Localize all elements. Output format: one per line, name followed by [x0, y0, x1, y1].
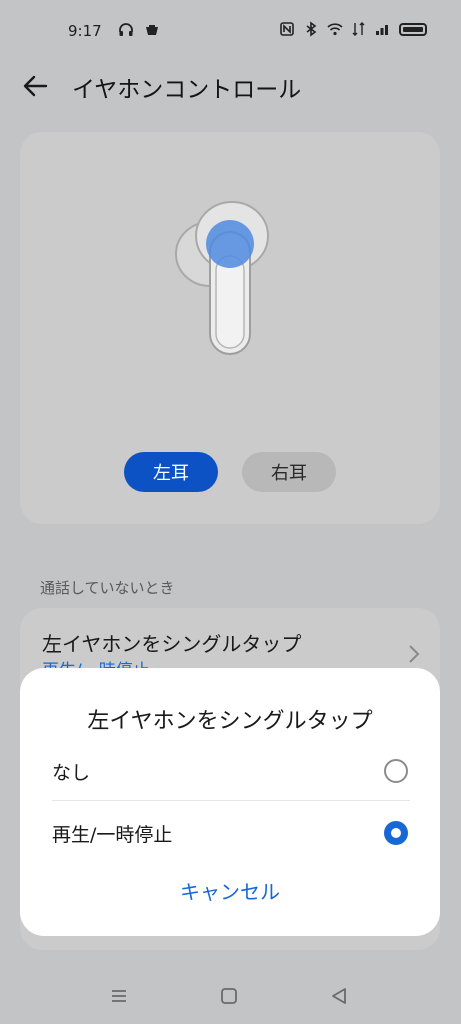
- option-play-pause[interactable]: 再生/一時停止: [52, 802, 410, 862]
- signal-icon: [376, 25, 388, 35]
- status-left-icons: [118, 22, 160, 38]
- app-bar: イヤホンコントロール: [0, 62, 461, 108]
- notification-icon: [146, 25, 158, 35]
- data-icon: [352, 22, 365, 36]
- dialog-title: 左イヤホンをシングルタップ: [87, 709, 373, 734]
- wifi-icon: [327, 23, 343, 36]
- earbud-preview-card: 左耳 右耳: [20, 132, 440, 524]
- cancel-button[interactable]: キャンセル: [20, 876, 440, 905]
- status-time: 9:17: [68, 22, 102, 40]
- status-right-icons: [279, 21, 427, 37]
- page-title: イヤホンコントロール: [72, 77, 302, 103]
- radio-button-selected[interactable]: [384, 821, 408, 845]
- single-tap-dialog: 左イヤホンをシングルタップ なし 再生/一時停止 キャンセル: [20, 668, 440, 936]
- option-none[interactable]: なし: [52, 740, 410, 800]
- setting-row-title: 左イヤホンをシングルタップ: [42, 632, 302, 656]
- navigation-bar: [0, 972, 461, 1024]
- status-bar: 9:17: [0, 0, 461, 62]
- radio-button-unselected[interactable]: [384, 759, 408, 783]
- home-icon[interactable]: [217, 984, 241, 1008]
- headphones-icon: [119, 23, 133, 36]
- left-ear-button[interactable]: 左耳: [124, 452, 218, 492]
- menu-icon[interactable]: [107, 984, 131, 1008]
- back-arrow-icon[interactable]: [18, 68, 54, 104]
- option-label: 再生/一時停止: [52, 824, 173, 846]
- back-icon[interactable]: [327, 984, 351, 1008]
- battery-icon: [399, 22, 427, 36]
- chevron-right-icon: [409, 645, 420, 663]
- bluetooth-icon: [306, 21, 317, 37]
- option-label: なし: [52, 762, 91, 784]
- nfc-icon: [280, 22, 294, 36]
- right-ear-button[interactable]: 右耳: [242, 452, 336, 492]
- earbud-illustration: [175, 201, 269, 355]
- divider: [52, 800, 410, 801]
- section-header: 通話していないとき: [40, 579, 175, 597]
